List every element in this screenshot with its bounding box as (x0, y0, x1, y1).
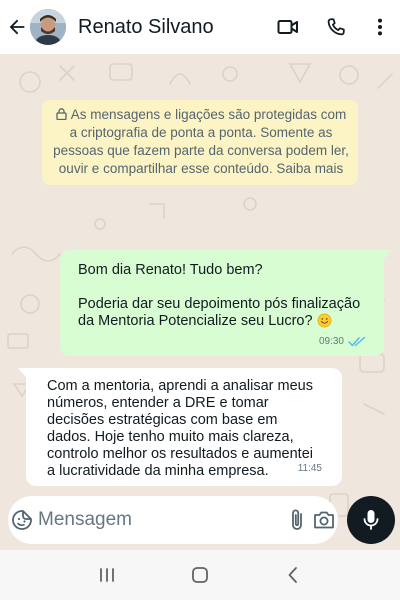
chat-area[interactable]: As mensagens e ligações são protegidas c… (0, 54, 400, 550)
attach-button[interactable] (283, 496, 311, 544)
avatar-photo (30, 9, 66, 45)
camera-icon (314, 511, 335, 529)
back-button[interactable] (0, 0, 34, 54)
back-arrow-icon (9, 19, 25, 35)
video-call-icon (277, 20, 298, 34)
system-navigation-bar (0, 550, 400, 600)
chat-header: Renato Silvano (0, 0, 400, 54)
read-receipt-icon (348, 336, 366, 347)
message-input[interactable] (34, 509, 283, 531)
phone-icon (327, 18, 345, 36)
sticker-button[interactable] (10, 496, 34, 544)
outgoing-message[interactable]: Bom dia Renato! Tudo bem? Poderia dar se… (60, 250, 392, 356)
message-composer (8, 496, 338, 544)
avatar[interactable] (30, 9, 66, 45)
encryption-notice-text: As mensagens e ligações são protegidas c… (53, 107, 349, 176)
sticker-icon (12, 510, 32, 530)
more-options-button[interactable] (360, 0, 400, 54)
system-back-button[interactable] (273, 555, 313, 595)
message-line: Poderia dar seu depoimento pós finalizaç… (78, 296, 361, 329)
contact-name[interactable]: Renato Silvano (78, 16, 264, 39)
lock-icon (56, 108, 67, 120)
video-call-button[interactable] (264, 0, 312, 54)
smiling-face-emoji (317, 313, 331, 328)
message-text: Com a mentoria, aprendi a analisar meus … (47, 378, 313, 479)
message-line: Bom dia Renato! Tudo bem? (78, 262, 263, 278)
incoming-message[interactable]: Com a mentoria, aprendi a analisar meus … (18, 368, 342, 486)
message-time: 09:30 (318, 336, 344, 347)
encryption-notice[interactable]: As mensagens e ligações são protegidas c… (42, 100, 358, 185)
voice-message-button[interactable] (347, 496, 395, 544)
more-vertical-icon (377, 18, 383, 36)
mic-icon (363, 510, 379, 530)
attach-icon (291, 509, 302, 530)
voice-call-button[interactable] (312, 0, 360, 54)
message-time: 11:45 (297, 463, 322, 474)
home-button[interactable] (180, 555, 220, 595)
chevron-left-icon (288, 567, 298, 583)
camera-button[interactable] (311, 496, 339, 544)
recent-apps-button[interactable] (87, 555, 127, 595)
home-icon (192, 567, 208, 583)
recent-apps-icon (99, 568, 114, 582)
message-meta: 09:30 (319, 333, 366, 350)
